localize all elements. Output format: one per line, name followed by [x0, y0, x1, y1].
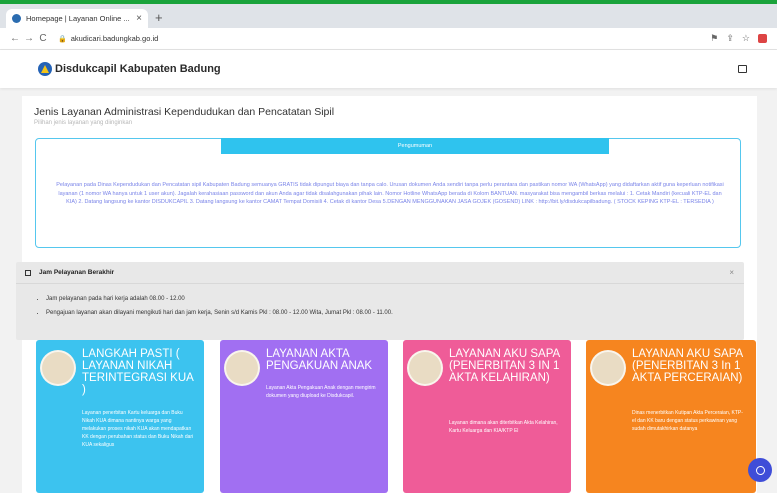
card-photo [407, 350, 443, 386]
browser-toolbar: ← → C 🔒 akudicari.badungkab.go.id ⚑ ⇪ ☆ [0, 28, 777, 50]
lock-icon: 🔒 [58, 35, 67, 43]
alert-item: Pengajuan layanan akan dilayani mengikut… [46, 310, 393, 316]
chat-icon [755, 465, 765, 475]
card-photo [590, 350, 626, 386]
service-card-pengakuan-anak[interactable]: LAYANAN AKTA PENGAKUAN ANAK Layanan Akta… [220, 340, 388, 493]
card-description: Layanan Akta Pengakuan Anak dengan mengi… [266, 385, 376, 399]
service-hours-alert: Jam Pelayanan Berakhir × Jam pelayanan p… [16, 262, 744, 340]
announcement-header: Pengumuman [221, 138, 609, 154]
card-title: LAYANAN AKU SAPA (PENERBITAN 3 IN 1 AKTA… [449, 348, 560, 384]
tab-title: Homepage | Layanan Online ... [26, 14, 130, 23]
service-cards: LANGKAH PASTI ( LAYANAN NIKAH TERINTEGRA… [16, 340, 756, 493]
card-photo [224, 350, 260, 386]
toolbar-actions: ⚑ ⇪ ☆ [710, 33, 767, 44]
alert-square-icon [25, 269, 31, 276]
alert-title: Jam Pelayanan Berakhir [39, 269, 115, 276]
service-card-aku-sapa-kelahiran[interactable]: LAYANAN AKU SAPA (PENERBITAN 3 IN 1 AKTA… [403, 340, 571, 493]
brand-name[interactable]: Disdukcapil Kabupaten Badung [55, 63, 221, 75]
chat-button[interactable] [748, 458, 772, 482]
share-icon[interactable]: ⇪ [726, 33, 734, 44]
alert-list: Jam pelayanan pada hari kerja adalah 08.… [46, 296, 393, 324]
back-button[interactable]: ← [8, 33, 22, 44]
service-card-nikah-kua[interactable]: LANGKAH PASTI ( LAYANAN NIKAH TERINTEGRA… [36, 340, 204, 493]
bookmark-star-icon[interactable]: ☆ [742, 33, 750, 44]
card-description: Layanan penerbitan Kartu keluarga dan Bu… [82, 410, 194, 448]
site-favicon-icon [12, 14, 21, 23]
alert-item: Jam pelayanan pada hari kerja adalah 08.… [46, 296, 393, 302]
page-subtitle: Pilihan jenis layanan yang diinginkan [34, 120, 133, 126]
menu-toggle-icon[interactable] [738, 65, 747, 73]
address-bar[interactable]: 🔒 akudicari.badungkab.go.id [58, 34, 158, 43]
announcement-text: Pelayanan pada Dinas Kependudukan dan Pe… [56, 182, 724, 205]
service-card-aku-sapa-perceraian[interactable]: LAYANAN AKU SAPA (PENERBITAN 3 In 1 AKTA… [586, 340, 756, 493]
announcement-box: Pengumuman Pelayanan pada Dinas Kependud… [35, 138, 741, 248]
card-description: Dinas menerbitkan Kutipan Akta Perceraia… [632, 410, 743, 432]
alert-header: Jam Pelayanan Berakhir × [16, 262, 744, 284]
url-text: akudicari.badungkab.go.id [70, 34, 159, 43]
card-photo [40, 350, 76, 386]
extension-icon[interactable] [758, 34, 767, 43]
new-tab-button[interactable]: + [155, 10, 163, 25]
card-title: LANGKAH PASTI ( LAYANAN NIKAH TERINTEGRA… [82, 348, 194, 396]
forward-button[interactable]: → [22, 33, 36, 44]
brand-logo-icon[interactable] [38, 62, 52, 76]
tab-close-icon[interactable]: × [136, 13, 142, 24]
card-title: LAYANAN AKU SAPA (PENERBITAN 3 In 1 AKTA… [632, 348, 743, 384]
page-title: Jenis Layanan Administrasi Kependudukan … [34, 106, 335, 118]
translate-icon[interactable]: ⚑ [710, 33, 718, 44]
reload-button[interactable]: C [36, 33, 50, 44]
site-navbar: Disdukcapil Kabupaten Badung [0, 50, 777, 88]
browser-window: Homepage | Layanan Online ... × + ← → C … [0, 0, 777, 493]
card-title: LAYANAN AKTA PENGAKUAN ANAK [266, 348, 373, 372]
card-description: Layanan dimana akan diterbitkan Akta Kel… [449, 420, 558, 434]
alert-close-icon[interactable]: × [729, 268, 734, 277]
browser-tab[interactable]: Homepage | Layanan Online ... × [6, 9, 148, 28]
web-page: Disdukcapil Kabupaten Badung Jenis Layan… [0, 50, 777, 493]
tab-bar: Homepage | Layanan Online ... × + [0, 4, 777, 28]
